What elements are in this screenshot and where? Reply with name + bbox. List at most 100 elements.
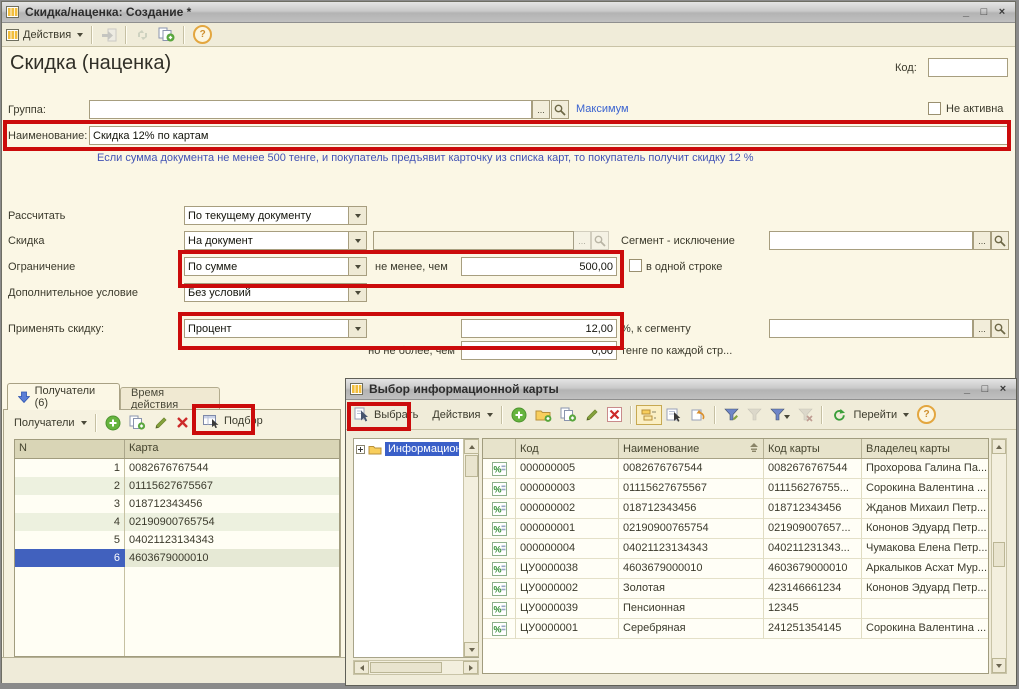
dialog-copy-button[interactable]	[556, 405, 581, 424]
move-up-level-button[interactable]	[686, 406, 710, 424]
filter-by-value-button[interactable]	[766, 406, 794, 424]
edit-row-button[interactable]	[150, 414, 172, 432]
card-code: ЦУ0000038	[516, 559, 619, 579]
card-row[interactable]: % 00000000301115627675567011156276755...…	[483, 479, 988, 499]
maximize-button[interactable]: □	[975, 5, 993, 20]
close-button[interactable]: ×	[993, 5, 1011, 20]
dialog-add-button[interactable]	[507, 405, 531, 425]
delete-row-button[interactable]	[172, 414, 193, 431]
limit-amount-field[interactable]	[461, 257, 617, 276]
column-header-owner[interactable]: Владелец карты	[862, 439, 988, 458]
help-button[interactable]: ?	[189, 23, 216, 46]
card-code: ЦУ0000001	[516, 619, 619, 639]
tree-vertical-scrollbar[interactable]	[463, 439, 478, 657]
mark-delete-button[interactable]	[603, 405, 626, 424]
card-row[interactable]: % ЦУ0000039Пенсионная12345	[483, 599, 988, 619]
tree-horizontal-scrollbar[interactable]	[353, 660, 479, 675]
card-row[interactable]: % ЦУ000003846036790000104603679000010Арк…	[483, 559, 988, 579]
segment-exclusion-field[interactable]	[769, 231, 973, 250]
code-field[interactable]	[928, 58, 1008, 77]
card-number: 0082676767544	[764, 459, 862, 479]
card-row[interactable]: % ЦУ0000001Серебряная241251354145Сорокин…	[483, 619, 988, 639]
limit-dropdown[interactable]: По сумме	[184, 257, 367, 276]
extra-condition-dropdown[interactable]: Без условий	[184, 283, 367, 302]
tab-recipients[interactable]: Получатели (6)	[7, 383, 120, 410]
recipient-row[interactable]: 201115627675567	[15, 477, 339, 495]
recipient-row[interactable]: 64603679000010	[15, 549, 339, 567]
main-titlebar: Скидка/наценка: Создание * _ □ ×	[2, 2, 1015, 23]
cards-vertical-scrollbar[interactable]	[991, 438, 1007, 674]
apply-segment-search-button[interactable]	[991, 319, 1009, 338]
recipient-row[interactable]: 3018712343456	[15, 495, 339, 513]
dialog-minimize-button[interactable]: _	[958, 382, 976, 397]
card-row[interactable]: % 00000000500826767675440082676767544Про…	[483, 459, 988, 479]
add-icon	[511, 407, 527, 423]
pencil-icon	[585, 408, 599, 422]
group-dots-button[interactable]: ...	[532, 100, 550, 119]
recipient-row[interactable]: 402190900765754	[15, 513, 339, 531]
recipients-arrow-icon	[18, 391, 30, 403]
goto-menu-button[interactable]: Перейти	[850, 407, 914, 423]
dialog-close-button[interactable]: ×	[994, 382, 1012, 397]
save-button[interactable]	[97, 26, 121, 44]
copy-page-icon	[560, 407, 577, 422]
dialog-toolbar: Выбрать Действия	[346, 400, 1016, 430]
recipient-row[interactable]: 10082676767544	[15, 459, 339, 477]
disable-filter-button[interactable]	[794, 406, 817, 424]
recipients-table-header: N Карта	[15, 440, 339, 459]
group-field[interactable]	[89, 100, 532, 119]
tab-validity-period[interactable]: Время действия	[120, 387, 220, 410]
column-header-card[interactable]: Карта	[125, 440, 339, 458]
apply-amount-field[interactable]	[461, 319, 617, 338]
one-line-checkbox[interactable]	[629, 259, 642, 272]
column-header-n[interactable]: N	[15, 440, 125, 458]
card-code: 000000004	[516, 539, 619, 559]
discount-dropdown[interactable]: На документ	[184, 231, 367, 250]
name-field[interactable]	[89, 126, 1009, 145]
card-row[interactable]: % 00000000404021123134343040211231343...…	[483, 539, 988, 559]
add-group-button[interactable]	[531, 406, 556, 424]
column-header-code[interactable]: Код	[516, 439, 619, 458]
tree-expander-icon[interactable]	[356, 445, 365, 454]
dialog-help-button[interactable]: ?	[913, 403, 940, 426]
select-button[interactable]: Выбрать	[350, 405, 422, 424]
dialog-titlebar: Выбор информационной карты _ □ ×	[346, 379, 1016, 400]
hierarchy-view-button[interactable]	[636, 405, 662, 425]
segment-exclusion-dots-button[interactable]: ...	[973, 231, 991, 250]
add-row-button[interactable]	[101, 413, 125, 433]
actions-menu-button[interactable]: Действия	[19, 27, 87, 43]
apply-segment-field[interactable]	[769, 319, 973, 338]
refresh-button[interactable]	[131, 26, 154, 44]
apply-dropdown[interactable]: Процент	[184, 319, 367, 338]
card-row[interactable]: % 000000002018712343456018712343456Ждано…	[483, 499, 988, 519]
column-header-name[interactable]: Наименование	[619, 439, 764, 458]
dialog-edit-button[interactable]	[581, 406, 603, 424]
recipients-toolbar: Получатели	[6, 410, 336, 435]
filter-history-button[interactable]	[743, 406, 766, 424]
list-view-button[interactable]	[662, 406, 686, 424]
card-owner	[862, 599, 988, 619]
filter-settings-button[interactable]	[720, 406, 743, 424]
recipients-menu-button[interactable]: Получатели	[10, 415, 91, 431]
dialog-actions-menu-button[interactable]: Действия	[428, 407, 496, 423]
card-icon-cell: %	[483, 619, 516, 639]
group-search-button[interactable]	[551, 100, 569, 119]
inactive-checkbox[interactable]	[928, 102, 941, 115]
dialog-refresh-button[interactable]	[827, 406, 850, 424]
card-row[interactable]: % ЦУ0000002Золотая423146661234Кононов Эд…	[483, 579, 988, 599]
segment-exclusion-search-button[interactable]	[991, 231, 1009, 250]
recipient-row[interactable]: 504021123134343	[15, 531, 339, 549]
pick-button[interactable]: Подбор	[199, 412, 267, 430]
copy-button[interactable]	[154, 25, 179, 44]
apply-segment-dots-button[interactable]: ...	[973, 319, 991, 338]
calc-dropdown[interactable]: По текущему документу	[184, 206, 367, 225]
tree-item-info-cards[interactable]: Информационны	[385, 442, 459, 456]
minimize-button[interactable]: _	[957, 5, 975, 20]
maximum-link[interactable]: Максимум	[576, 103, 629, 115]
dialog-maximize-button[interactable]: □	[976, 382, 994, 397]
hierarchy-icon	[641, 408, 657, 422]
column-header-card-code[interactable]: Код карты	[764, 439, 862, 458]
copy-row-button[interactable]	[125, 413, 150, 432]
max-amount-field[interactable]	[461, 341, 617, 360]
card-row[interactable]: % 00000000102190900765754021909007657...…	[483, 519, 988, 539]
